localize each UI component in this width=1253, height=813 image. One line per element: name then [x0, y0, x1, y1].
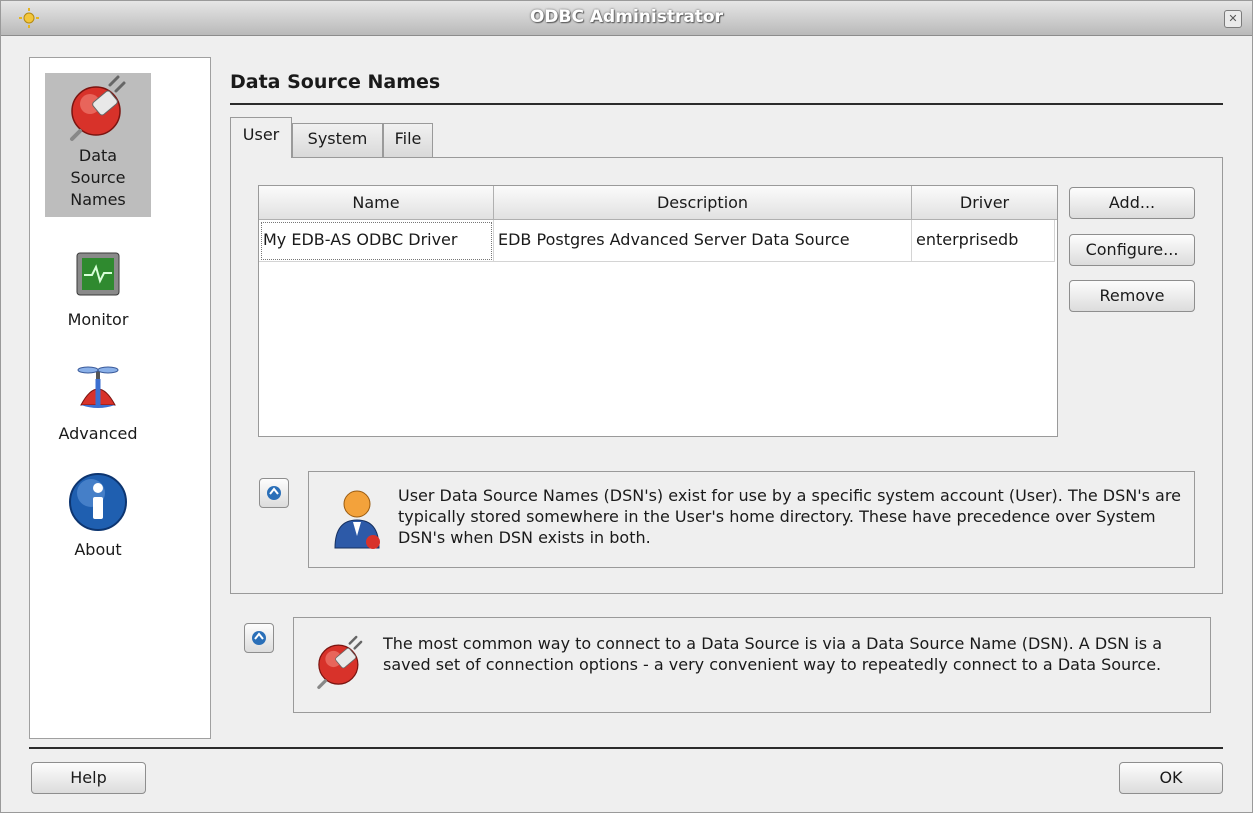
- close-icon: ✕: [1228, 12, 1238, 25]
- collapse-arrow-icon: [267, 486, 281, 500]
- column-header-name[interactable]: Name: [259, 186, 494, 220]
- sidebar-item-label: About: [74, 540, 122, 559]
- table-cell-driver[interactable]: enterprisedb: [912, 220, 1055, 262]
- help-button[interactable]: Help: [31, 762, 146, 794]
- dsn-table[interactable]: Name Description Driver My EDB-AS ODBC D…: [258, 185, 1058, 437]
- user-icon: [334, 490, 380, 549]
- sidebar-item-advanced[interactable]: Advanced: [45, 365, 151, 445]
- sidebar-item-label: Advanced: [58, 424, 138, 443]
- plug-icon: [70, 75, 126, 141]
- sidebar-item-label: Data: [78, 146, 118, 165]
- user-dsn-info-box: User Data Source Names (DSN's) exist for…: [308, 471, 1195, 568]
- tab-user[interactable]: User: [230, 117, 292, 158]
- footer-divider: [29, 747, 1223, 749]
- configure-button[interactable]: Configure...: [1069, 234, 1195, 266]
- dsn-info-box: The most common way to connect to a Data…: [293, 617, 1211, 713]
- window-title: ODBC Administrator: [529, 7, 723, 27]
- title-bar: ODBC Administrator ✕: [1, 1, 1252, 36]
- sidebar-item-monitor[interactable]: Monitor: [45, 249, 151, 331]
- title-divider: [230, 103, 1223, 105]
- sidebar-item-label: Monitor: [67, 310, 129, 329]
- plug-icon: [317, 635, 363, 689]
- odbc-administrator-window: ODBC Administrator ✕ Data Source Names M…: [0, 0, 1253, 813]
- sidebar-item-label: Source: [70, 168, 126, 187]
- propeller-hat-icon: [77, 366, 119, 408]
- sidebar-item-about[interactable]: About: [45, 471, 151, 561]
- toggle-user-info-button[interactable]: [259, 478, 289, 508]
- close-window-button[interactable]: ✕: [1224, 10, 1242, 28]
- tab-file[interactable]: File: [383, 123, 433, 157]
- sidebar-item-label: Names: [70, 190, 126, 209]
- dsn-info-text: The most common way to connect to a Data…: [383, 634, 1163, 674]
- table-cell-description[interactable]: EDB Postgres Advanced Server Data Source: [494, 220, 912, 262]
- user-dsn-info-text: User Data Source Names (DSN's) exist for…: [398, 486, 1181, 547]
- toggle-dsn-info-button[interactable]: [244, 623, 274, 653]
- add-button[interactable]: Add...: [1069, 187, 1195, 219]
- monitor-icon: [76, 252, 120, 296]
- tab-system[interactable]: System: [292, 123, 383, 157]
- table-cell-name[interactable]: My EDB-AS ODBC Driver: [259, 220, 494, 262]
- ok-button[interactable]: OK: [1119, 762, 1223, 794]
- sidebar-item-data-source-names[interactable]: Data Source Names: [45, 73, 151, 217]
- column-header-driver[interactable]: Driver: [912, 186, 1057, 220]
- collapse-arrow-icon: [252, 631, 266, 645]
- page-title: Data Source Names: [230, 71, 441, 93]
- info-icon: [69, 473, 127, 531]
- column-header-description[interactable]: Description: [494, 186, 912, 220]
- remove-button[interactable]: Remove: [1069, 280, 1195, 312]
